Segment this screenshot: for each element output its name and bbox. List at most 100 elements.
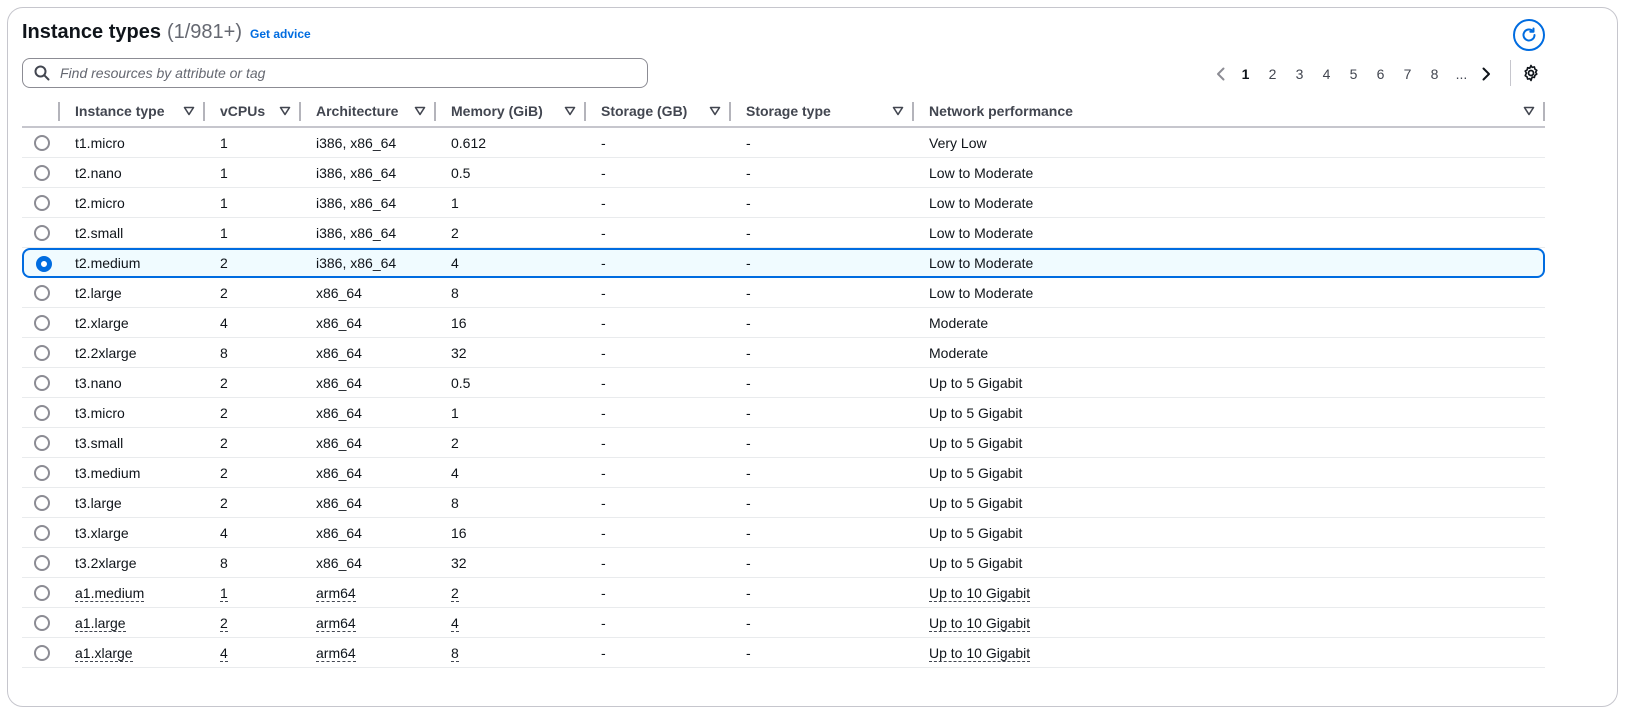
table-row[interactable]: t2.nano 1 i386, x86_64 0.5 - - Low to Moderate <box>22 158 1545 188</box>
cell-architecture-text: x86_64 <box>316 374 362 391</box>
sort-caret-icon[interactable] <box>892 106 904 116</box>
row-radio-button[interactable] <box>34 375 50 392</box>
previous-page-button[interactable] <box>1210 67 1232 81</box>
page-7-button[interactable]: 7 <box>1394 66 1421 82</box>
row-radio-button[interactable] <box>34 555 50 572</box>
cell-storage: - <box>586 608 731 638</box>
column-header-memory[interactable]: Memory (GiB) <box>436 96 586 128</box>
table-row[interactable]: t3.medium 2 x86_64 4 - - Up to 5 Gigabit <box>22 458 1545 488</box>
row-radio-button[interactable] <box>34 165 50 182</box>
row-radio-button[interactable] <box>34 525 50 542</box>
cell-network-performance: Up to 5 Gigabit <box>914 518 1545 548</box>
row-radio-button[interactable] <box>34 585 50 602</box>
row-radio-button[interactable] <box>34 225 50 242</box>
table-row[interactable]: t2.xlarge 4 x86_64 16 - - Moderate <box>22 308 1545 338</box>
cell-memory-text: 4 <box>451 255 459 271</box>
row-radio-button[interactable] <box>34 495 50 512</box>
cell-storage-type: - <box>731 578 914 608</box>
row-radio-button[interactable] <box>34 615 50 632</box>
sort-caret-icon[interactable] <box>709 106 721 116</box>
row-radio-button[interactable] <box>34 345 50 362</box>
cell-network-performance: Low to Moderate <box>914 158 1545 188</box>
table-row[interactable]: t2.2xlarge 8 x86_64 32 - - Moderate <box>22 338 1545 368</box>
cell-architecture-text: i386, x86_64 <box>316 255 397 271</box>
column-header-storage[interactable]: Storage (GB) <box>586 96 731 128</box>
row-radio-button[interactable] <box>34 405 50 422</box>
table-row[interactable]: a1.large 2 arm64 4 - - Up to 10 Gigabit <box>22 608 1545 638</box>
sort-caret-icon[interactable] <box>564 106 576 116</box>
search-input[interactable] <box>58 64 618 82</box>
cell-storage: - <box>586 338 731 368</box>
sort-caret-icon[interactable] <box>279 106 291 116</box>
table-row[interactable]: a1.medium 1 arm64 2 - - Up to 10 Gigabit <box>22 578 1545 608</box>
table-row[interactable]: t3.small 2 x86_64 2 - - Up to 5 Gigabit <box>22 428 1545 458</box>
row-radio-button[interactable] <box>34 465 50 482</box>
cell-architecture: x86_64 <box>301 338 436 368</box>
table-row[interactable]: t3.2xlarge 8 x86_64 32 - - Up to 5 Gigabit <box>22 548 1545 578</box>
cell-memory: 32 <box>436 338 586 368</box>
page-3-button[interactable]: 3 <box>1286 66 1313 82</box>
table-settings-button[interactable] <box>1522 64 1540 82</box>
cell-architecture: i386, x86_64 <box>301 128 436 158</box>
column-header-vcpus[interactable]: vCPUs <box>205 96 301 128</box>
table-row[interactable]: t1.micro 1 i386, x86_64 0.612 - - Very Low <box>22 128 1545 158</box>
cell-instance-type-text: t2.small <box>75 224 124 241</box>
column-header-network-performance[interactable]: Network performance <box>914 96 1545 128</box>
refresh-button[interactable] <box>1513 19 1545 51</box>
cell-storage-type-text: - <box>746 314 751 331</box>
table-row[interactable]: a1.xlarge 4 arm64 8 - - Up to 10 Gigabit <box>22 638 1545 668</box>
cell-vcpus: 1 <box>205 158 301 188</box>
row-select-cell <box>22 368 60 398</box>
cell-network-performance-text: Low to Moderate <box>929 164 1034 181</box>
page-6-button[interactable]: 6 <box>1367 66 1394 82</box>
table-row[interactable]: t3.large 2 x86_64 8 - - Up to 5 Gigabit <box>22 488 1545 518</box>
column-divider[interactable] <box>1543 102 1545 121</box>
page-5-button[interactable]: 5 <box>1340 66 1367 82</box>
next-page-button[interactable] <box>1475 67 1497 81</box>
table-row[interactable]: t2.micro 1 i386, x86_64 1 - - Low to Moderate <box>22 188 1545 218</box>
cell-instance-type: t3.large <box>60 488 205 518</box>
column-header-storage-type[interactable]: Storage type <box>731 96 914 128</box>
row-select-cell <box>22 578 60 608</box>
cell-architecture: i386, x86_64 <box>301 188 436 218</box>
column-header-instance-type[interactable]: Instance type <box>60 96 205 128</box>
table-row[interactable]: t3.micro 2 x86_64 1 - - Up to 5 Gigabit <box>22 398 1545 428</box>
row-radio-button[interactable] <box>36 255 52 272</box>
table-row[interactable]: t3.xlarge 4 x86_64 16 - - Up to 5 Gigabit <box>22 518 1545 548</box>
page-4-button[interactable]: 4 <box>1313 66 1340 82</box>
sort-caret-icon[interactable] <box>1523 106 1535 116</box>
page-2-button[interactable]: 2 <box>1259 66 1286 82</box>
cell-storage-text: - <box>601 464 606 481</box>
page-1-button[interactable]: 1 <box>1232 66 1259 82</box>
row-radio-button[interactable] <box>34 435 50 452</box>
table-row[interactable]: t2.large 2 x86_64 8 - - Low to Moderate <box>22 278 1545 308</box>
cell-architecture-text: x86_64 <box>316 314 362 331</box>
cell-memory-text: 8 <box>451 284 459 301</box>
table-row[interactable]: t3.nano 2 x86_64 0.5 - - Up to 5 Gigabit <box>22 368 1545 398</box>
row-radio-button[interactable] <box>34 285 50 302</box>
cell-storage: - <box>586 638 731 668</box>
table-row[interactable]: t2.small 1 i386, x86_64 2 - - Low to Moderate <box>22 218 1545 248</box>
cell-memory-text: 32 <box>451 344 467 361</box>
sort-caret-icon[interactable] <box>414 106 426 116</box>
cell-storage-type: - <box>731 428 914 458</box>
cell-storage-type: - <box>731 218 914 248</box>
cell-network-performance-text: Low to Moderate <box>929 194 1034 211</box>
row-radio-button[interactable] <box>34 135 50 152</box>
row-radio-button[interactable] <box>34 645 50 662</box>
page-8-button[interactable]: 8 <box>1421 66 1448 82</box>
cell-storage: - <box>586 248 731 278</box>
cell-storage-type: - <box>731 488 914 518</box>
table-row[interactable]: t2.medium 2 i386, x86_64 4 - - Low to Moderate <box>22 248 1545 278</box>
cell-architecture-text: x86_64 <box>316 344 362 361</box>
cell-instance-type-text: t3.2xlarge <box>75 554 137 571</box>
cell-storage-text: - <box>601 314 606 331</box>
row-radio-button[interactable] <box>34 195 50 212</box>
cell-instance-type-text: a1.xlarge <box>75 644 133 662</box>
sort-caret-icon[interactable] <box>183 106 195 116</box>
cell-storage-text: - <box>601 584 606 601</box>
cell-instance-type: t2.large <box>60 278 205 308</box>
row-radio-button[interactable] <box>34 315 50 332</box>
column-header-architecture[interactable]: Architecture <box>301 96 436 128</box>
get-advice-link[interactable]: Get advice <box>250 27 311 41</box>
